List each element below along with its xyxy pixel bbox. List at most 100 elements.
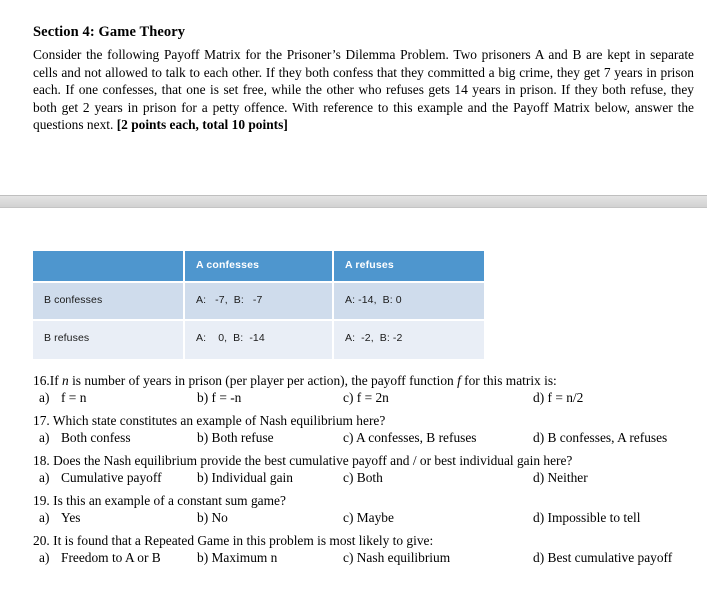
question-16-option-c[interactable]: c) f = 2n	[343, 390, 389, 406]
option-text: Yes	[61, 510, 81, 525]
question-19-option-d[interactable]: d) Impossible to tell	[533, 510, 641, 526]
question-17-option-c[interactable]: c) A confesses, B refuses	[343, 430, 477, 446]
row-header-b-confesses: B confesses	[33, 283, 185, 321]
option-text: Maybe	[356, 510, 394, 525]
question-17-option-a[interactable]: a) Both confess	[39, 430, 131, 446]
question-20-stem: 20. It is found that a Repeated Game in …	[33, 533, 707, 548]
question-19: 19. Is this an example of a constant sum…	[33, 493, 707, 533]
option-text: f = n/2	[547, 390, 584, 405]
option-label: a)	[39, 390, 50, 405]
option-label: c)	[343, 470, 354, 485]
question-20-option-b[interactable]: b) Maximum n	[197, 550, 277, 566]
table-row: B refuses A: 0, B: -14 A: -2, B: -2	[33, 321, 484, 359]
question-20-stem-text: It is found that a Repeated Game in this…	[53, 533, 434, 548]
question-20-options: a) Freedom to A or B b) Maximum n c) Nash…	[33, 550, 707, 568]
option-label: a)	[39, 550, 50, 565]
question-20-number: 20.	[33, 533, 50, 548]
option-label: a)	[39, 470, 50, 485]
question-17: 17. Which state constitutes an example o…	[33, 413, 707, 453]
option-text: f = n	[61, 390, 87, 405]
option-label: b)	[197, 390, 209, 405]
question-16-stem: 16.If n is number of years in prison (pe…	[33, 373, 707, 388]
option-label: b)	[197, 510, 209, 525]
cell-brefuse-arefuse: A: -2, B: -2	[334, 321, 484, 359]
cell-bconfess-aconfess: A: -7, B: -7	[185, 283, 334, 321]
table-header-row: A confesses A refuses	[33, 251, 484, 283]
question-16: 16.If n is number of years in prison (pe…	[33, 373, 707, 413]
question-16-stem-mid: is number of years in prison (per player…	[68, 373, 458, 388]
question-17-option-b[interactable]: b) Both refuse	[197, 430, 274, 446]
question-19-option-b[interactable]: b) No	[197, 510, 228, 526]
cell-brefuse-aconfess: A: 0, B: -14	[185, 321, 334, 359]
option-text: f = -n	[211, 390, 242, 405]
option-text: Best cumulative payoff	[547, 550, 673, 565]
option-label: c)	[343, 550, 354, 565]
question-19-number: 19.	[33, 493, 50, 508]
question-16-stem-pre: If	[49, 373, 63, 388]
question-19-option-c[interactable]: c) Maybe	[343, 510, 394, 526]
question-18-options: a) Cumulative payoff b) Individual gain c…	[33, 470, 707, 488]
document-page: Section 4: Game Theory Consider the foll…	[0, 0, 707, 595]
option-label: b)	[197, 430, 209, 445]
option-text: B confesses, A refuses	[547, 430, 668, 445]
question-19-stem: 19. Is this an example of a constant sum…	[33, 493, 707, 508]
option-label: a)	[39, 510, 50, 525]
question-17-stem-text: Which state constitutes an example of Na…	[52, 413, 386, 428]
option-text: Cumulative payoff	[61, 470, 162, 485]
row-header-b-refuses: B refuses	[33, 321, 185, 359]
question-18-stem-text: Does the Nash equilibrium provide the be…	[53, 453, 573, 468]
table-row: B confesses A: -7, B: -7 A: -14, B: 0	[33, 283, 484, 321]
option-label: d)	[533, 390, 545, 405]
option-text: Both confess	[61, 430, 131, 445]
option-label: a)	[39, 430, 50, 445]
question-18-option-a[interactable]: a) Cumulative payoff	[39, 470, 162, 486]
question-17-stem: 17. Which state constitutes an example o…	[33, 413, 707, 428]
cell-bconfess-arefuse: A: -14, B: 0	[334, 283, 484, 321]
option-text: Neither	[547, 470, 588, 485]
question-16-variable-n: n	[62, 373, 69, 388]
option-text: f = 2n	[356, 390, 389, 405]
option-text: Maximum n	[211, 550, 278, 565]
question-18-number: 18.	[33, 453, 50, 468]
question-18: 18. Does the Nash equilibrium provide th…	[33, 453, 707, 493]
question-17-option-d[interactable]: d) B confesses, A refuses	[533, 430, 667, 446]
matrix-corner-cell	[33, 251, 185, 283]
option-text: Individual gain	[211, 470, 293, 485]
question-18-option-d[interactable]: d) Neither	[533, 470, 588, 486]
option-text: Both	[356, 470, 383, 485]
option-text: No	[211, 510, 228, 525]
intro-points-note: [2 points each, total 10 points]	[116, 117, 288, 133]
option-label: d)	[533, 430, 545, 445]
question-16-option-b[interactable]: b) f = -n	[197, 390, 241, 406]
question-16-stem-post: for this matrix is:	[460, 373, 557, 388]
question-19-options: a) Yes b) No c) Maybe d) Impossible to te…	[33, 510, 707, 528]
question-17-number: 17.	[33, 413, 50, 428]
question-list: 16.If n is number of years in prison (pe…	[33, 373, 707, 573]
payoff-matrix-container: A confesses A refuses B confesses A: -7,…	[33, 251, 484, 359]
option-label: b)	[197, 550, 209, 565]
page-title: Section 4: Game Theory	[33, 24, 186, 40]
question-16-option-d[interactable]: d) f = n/2	[533, 390, 583, 406]
question-16-options: a) f = n b) f = -n c) f = 2n d) f = n/2	[33, 390, 707, 408]
question-20-option-c[interactable]: c) Nash equilibrium	[343, 550, 450, 566]
question-18-option-b[interactable]: b) Individual gain	[197, 470, 293, 486]
question-20-option-a[interactable]: a) Freedom to A or B	[39, 550, 161, 566]
column-header-a-refuses: A refuses	[334, 251, 484, 283]
option-label: d)	[533, 470, 545, 485]
question-19-option-a[interactable]: a) Yes	[39, 510, 80, 526]
payoff-matrix-table: A confesses A refuses B confesses A: -7,…	[33, 251, 484, 359]
question-17-options: a) Both confess b) Both refuse c) A confe…	[33, 430, 707, 448]
option-text: Nash equilibrium	[356, 550, 451, 565]
option-text: A confesses, B refuses	[356, 430, 477, 445]
column-header-a-confesses: A confesses	[185, 251, 334, 283]
question-16-option-a[interactable]: a) f = n	[39, 390, 86, 406]
option-text: Impossible to tell	[547, 510, 641, 525]
question-18-option-c[interactable]: c) Both	[343, 470, 383, 486]
question-20-option-d[interactable]: d) Best cumulative payoff	[533, 550, 672, 566]
question-18-stem: 18. Does the Nash equilibrium provide th…	[33, 453, 707, 468]
question-20: 20. It is found that a Repeated Game in …	[33, 533, 707, 573]
option-text: Freedom to A or B	[61, 550, 161, 565]
option-label: c)	[343, 390, 354, 405]
question-16-number: 16.	[33, 373, 50, 388]
option-text: Both refuse	[211, 430, 274, 445]
